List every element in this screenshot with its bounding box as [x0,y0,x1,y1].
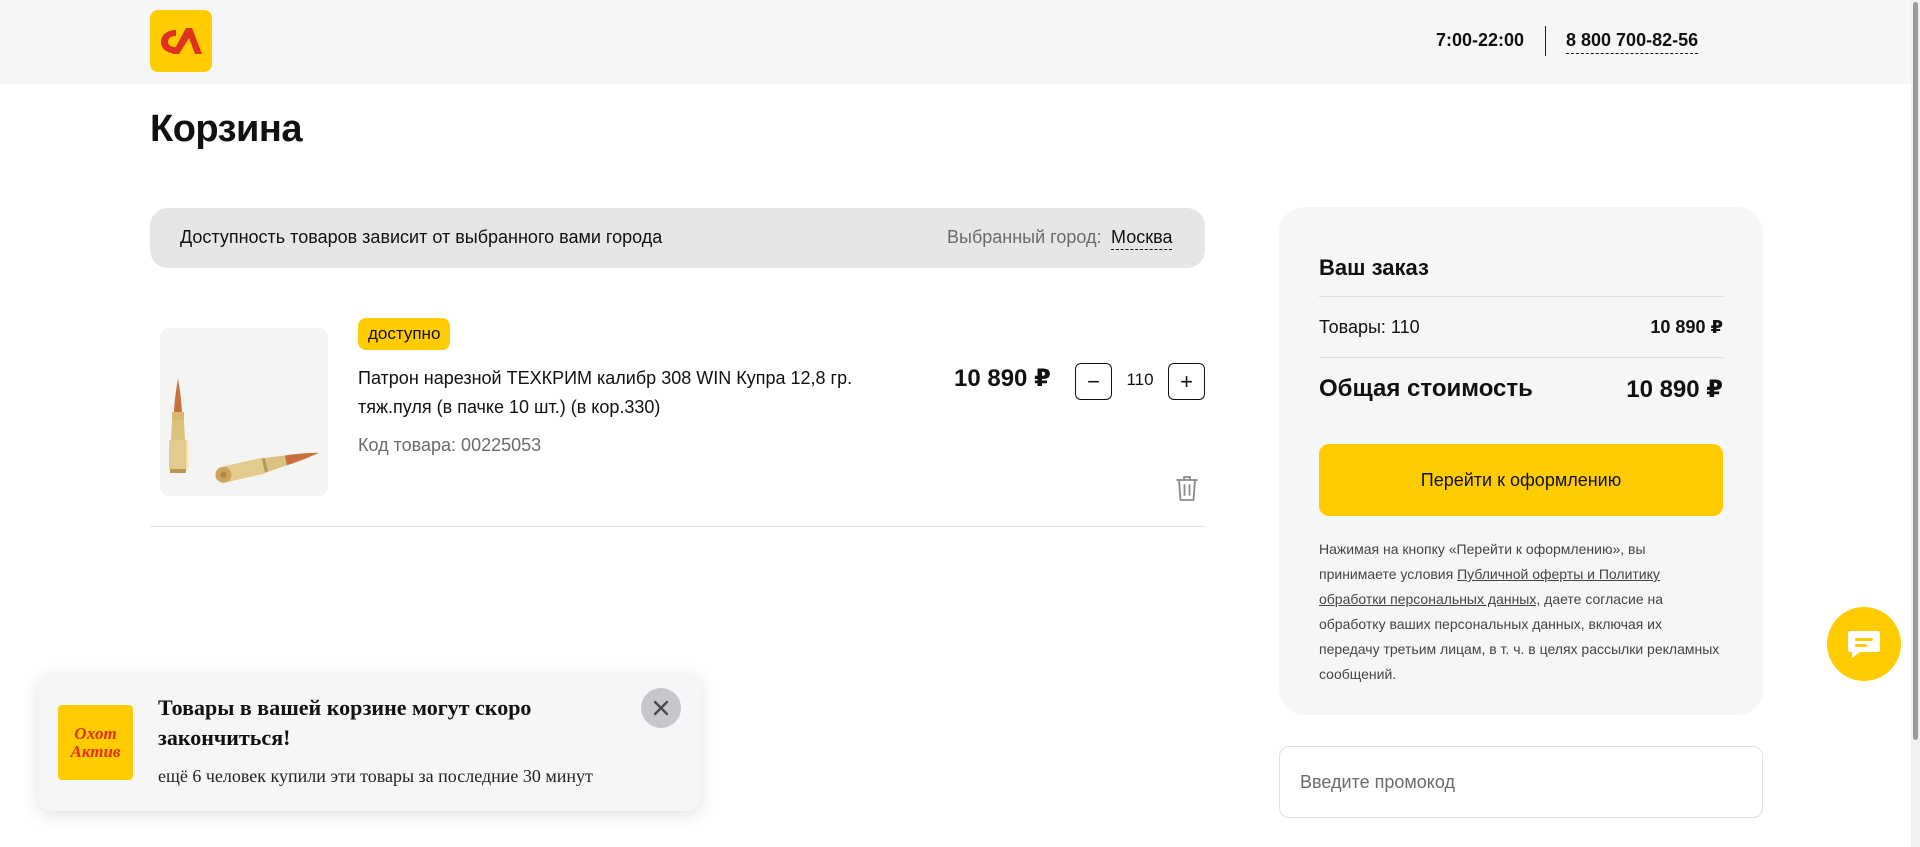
order-summary: Ваш заказ Товары: 110 10 890 ₽ Общая сто… [1279,207,1763,715]
divider [1319,357,1723,358]
cart-item: доступно Патрон нарезной ТЕХКРИМ калибр … [150,312,1205,527]
chat-icon [1848,631,1880,658]
goods-subtotal: 10 890 ₽ [1650,317,1723,337]
availability-badge: доступно [358,318,451,350]
product-image[interactable] [160,328,328,496]
minus-icon: − [1087,368,1100,394]
product-code: Код товара: 00225053 [358,435,542,455]
close-icon [653,700,669,716]
total-label: Общая стоимость [1319,375,1533,402]
page-scrollbar[interactable] [1911,0,1920,847]
item-price: 10 890 ₽ [954,365,1051,392]
city-availability-note: Доступность товаров зависит от выбранног… [180,227,663,247]
checkout-button[interactable]: Перейти к оформлению [1319,444,1723,516]
okhotaktiv-logo: Охот Актив [58,705,133,780]
stock-alert-text: ещё 6 человек купили эти товары за после… [158,766,593,786]
logo-text-line2: Актив [70,741,121,761]
close-popup-button[interactable] [641,688,681,728]
stock-alert-title: Товары в вашей корзине могут скоро закон… [158,695,532,750]
total-value: 10 890 ₽ [1626,376,1723,403]
brand-logo-icon [161,28,202,54]
plus-icon: + [1180,368,1193,394]
header-divider [1545,26,1546,56]
quantity-value[interactable]: 110 [1112,370,1168,390]
trash-icon[interactable] [1175,474,1199,502]
legal-notice: Нажимая на кнопку «Перейти к оформлению»… [1319,537,1723,687]
city-availability-bar: Доступность товаров зависит от выбранног… [150,208,1205,268]
promo-code-input[interactable] [1279,746,1763,818]
divider [1319,296,1723,297]
selected-city-label: Выбранный город: [947,227,1102,247]
selected-city-link[interactable]: Москва [1111,227,1173,250]
product-name-link[interactable]: Патрон нарезной ТЕХКРИМ калибр 308 WIN К… [358,364,878,422]
quantity-decrease-button[interactable]: − [1075,363,1112,400]
page-title: Корзина [150,108,302,150]
cartridge-image [160,328,328,496]
working-hours: 7:00-22:00 [1436,30,1525,50]
goods-count-label: Товары: 110 [1319,317,1420,337]
quantity-increase-button[interactable]: + [1168,363,1205,400]
order-summary-title: Ваш заказ [1319,255,1429,280]
phone-link[interactable]: 8 800 700-82-56 [1566,30,1699,54]
top-header: 7:00-22:00 8 800 700-82-56 [0,0,1920,84]
scrollbar-thumb[interactable] [1913,2,1918,740]
logo-text-line1: Охот [74,723,117,743]
brand-logo[interactable] [150,10,212,72]
chat-button[interactable] [1827,607,1901,681]
stock-alert-popup: Охот Актив Товары в вашей корзине могут … [38,673,701,811]
